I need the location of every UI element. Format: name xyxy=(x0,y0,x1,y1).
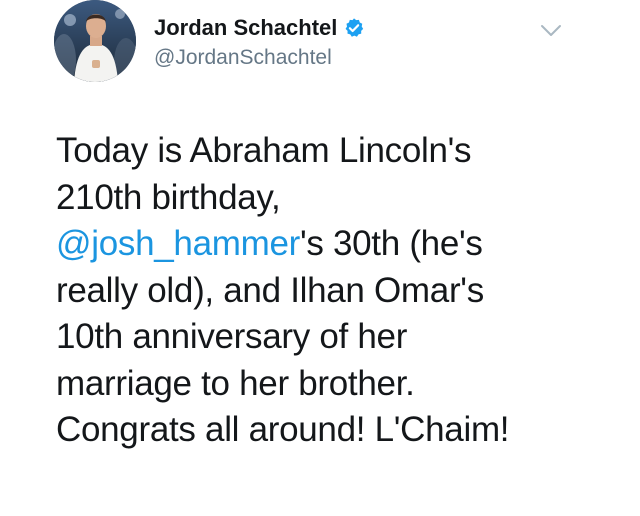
name-row: Jordan Schachtel xyxy=(154,14,365,42)
verified-badge-icon xyxy=(343,17,365,39)
tweet-text-line: 210th birthday, xyxy=(56,175,616,222)
user-handle[interactable]: @JordanSchachtel xyxy=(154,46,332,70)
tweet-text-line: marriage to her brother. xyxy=(56,361,616,408)
tweet-text-segment: Today is Abraham Lincoln's xyxy=(56,131,472,170)
tweet-text: Today is Abraham Lincoln's 210th birthday… xyxy=(56,128,616,454)
chevron-down-icon[interactable] xyxy=(540,24,562,38)
tweet-text-line: @josh_hammer's 30th (he's xyxy=(56,221,616,268)
tweet-text-line: really old), and Ilhan Omar's xyxy=(56,268,616,315)
tweet-text-segment: Congrats all around! L'Chaim! xyxy=(56,410,510,449)
display-name[interactable]: Jordan Schachtel xyxy=(154,15,337,41)
mention-link[interactable]: @josh_hammer xyxy=(56,224,300,263)
tweet-card: Jordan Schachtel @JordanSchachtel Today … xyxy=(0,0,640,516)
tweet-text-segment: really old), and Ilhan Omar's xyxy=(56,270,484,310)
tweet-text-segment: 210th birthday, xyxy=(56,177,281,217)
tweet-text-line: Today is Abraham Lincoln's xyxy=(56,128,616,175)
tweet-text-line: 10th anniversary of her xyxy=(56,314,616,361)
tweet-text-segment: 's 30th (he's xyxy=(299,224,483,263)
user-avatar[interactable] xyxy=(54,0,136,82)
avatar-photo xyxy=(54,0,136,82)
tweet-text-line: Congrats all around! L'Chaim! xyxy=(56,407,616,454)
tweet-text-segment: marriage to her brother. xyxy=(56,363,415,403)
tweet-text-segment: 10th anniversary of her xyxy=(56,317,408,356)
